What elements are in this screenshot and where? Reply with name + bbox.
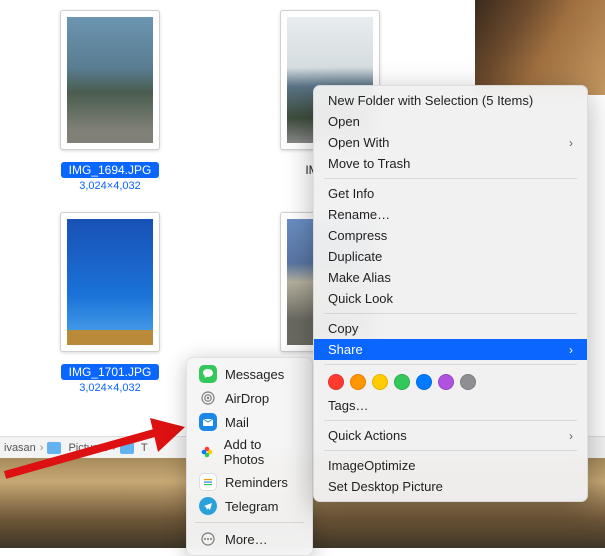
reminders-icon xyxy=(199,473,217,491)
menu-item-label: Telegram xyxy=(225,499,278,514)
menu-separator xyxy=(324,364,577,365)
menu-item-label: More… xyxy=(225,532,268,547)
menu-item-label: Move to Trash xyxy=(328,156,410,171)
menu-item-label: Make Alias xyxy=(328,270,391,285)
menu-item-label: Add to Photos xyxy=(224,437,300,467)
chevron-right-icon: › xyxy=(569,343,573,357)
menu-item-label: Share xyxy=(328,342,363,357)
menu-tags[interactable]: Tags… xyxy=(314,395,587,416)
menu-item-label: Compress xyxy=(328,228,387,243)
menu-item-label: Open With xyxy=(328,135,389,150)
share-more[interactable]: More… xyxy=(187,527,312,551)
more-icon xyxy=(199,530,217,548)
menu-separator xyxy=(324,420,577,421)
menu-quick-actions[interactable]: Quick Actions › xyxy=(314,425,587,446)
folder-icon xyxy=(47,442,61,454)
menu-item-label: Get Info xyxy=(328,186,374,201)
airdrop-icon xyxy=(199,389,217,407)
breadcrumb-separator: › xyxy=(112,442,116,454)
menu-item-label: Copy xyxy=(328,321,358,336)
menu-item-label: ImageOptimize xyxy=(328,458,415,473)
menu-item-label: Set Desktop Picture xyxy=(328,479,443,494)
file-item[interactable]: IMG_1694.JPG 3,024×4,032 xyxy=(20,10,200,192)
tag-purple[interactable] xyxy=(438,374,454,390)
thumbnail-frame xyxy=(60,10,160,150)
messages-icon xyxy=(199,365,217,383)
tag-gray[interactable] xyxy=(460,374,476,390)
menu-item-label: Quick Actions xyxy=(328,428,407,443)
menu-separator xyxy=(324,178,577,179)
menu-open[interactable]: Open xyxy=(314,111,587,132)
share-messages[interactable]: Messages xyxy=(187,362,312,386)
photos-icon xyxy=(199,443,216,461)
menu-share[interactable]: Share › xyxy=(314,339,587,360)
menu-move-to-trash[interactable]: Move to Trash xyxy=(314,153,587,174)
menu-item-label: Open xyxy=(328,114,360,129)
chevron-right-icon: › xyxy=(569,136,573,150)
menu-item-label: Reminders xyxy=(225,475,288,490)
tag-yellow[interactable] xyxy=(372,374,388,390)
desktop-wallpaper xyxy=(475,0,605,95)
menu-make-alias[interactable]: Make Alias xyxy=(314,267,587,288)
menu-item-label: Duplicate xyxy=(328,249,382,264)
tag-green[interactable] xyxy=(394,374,410,390)
menu-item-label: AirDrop xyxy=(225,391,269,406)
share-photos[interactable]: Add to Photos xyxy=(187,434,312,470)
menu-item-label: New Folder with Selection (5 Items) xyxy=(328,93,533,108)
breadcrumb-separator: › xyxy=(40,442,44,454)
menu-item-label: Rename… xyxy=(328,207,390,222)
share-reminders[interactable]: Reminders xyxy=(187,470,312,494)
tag-color-row xyxy=(314,369,587,395)
breadcrumb-user[interactable]: ivasan xyxy=(4,442,36,454)
telegram-icon xyxy=(199,497,217,515)
share-mail[interactable]: Mail xyxy=(187,410,312,434)
file-name[interactable]: IMG_1694.JPG xyxy=(61,162,160,178)
breadcrumb-folder[interactable]: T xyxy=(141,442,148,454)
menu-separator xyxy=(324,313,577,314)
breadcrumb-folder[interactable]: Pictures xyxy=(68,442,108,454)
tag-red[interactable] xyxy=(328,374,344,390)
context-menu: New Folder with Selection (5 Items) Open… xyxy=(313,85,588,502)
menu-quick-look[interactable]: Quick Look xyxy=(314,288,587,309)
menu-set-desktop-picture[interactable]: Set Desktop Picture xyxy=(314,476,587,497)
menu-item-label: Tags… xyxy=(328,398,368,413)
thumbnail-frame xyxy=(60,212,160,352)
file-dimensions: 3,024×4,032 xyxy=(79,382,140,394)
mail-icon xyxy=(199,413,217,431)
menu-new-folder-selection[interactable]: New Folder with Selection (5 Items) xyxy=(314,90,587,111)
folder-icon xyxy=(120,442,134,454)
menu-copy[interactable]: Copy xyxy=(314,318,587,339)
file-dimensions: 3,024×4,032 xyxy=(79,180,140,192)
share-submenu: Messages AirDrop Mail Add to Photos Remi… xyxy=(186,357,313,556)
menu-rename[interactable]: Rename… xyxy=(314,204,587,225)
share-airdrop[interactable]: AirDrop xyxy=(187,386,312,410)
menu-item-label: Messages xyxy=(225,367,284,382)
menu-item-label: Mail xyxy=(225,415,249,430)
menu-duplicate[interactable]: Duplicate xyxy=(314,246,587,267)
menu-compress[interactable]: Compress xyxy=(314,225,587,246)
share-telegram[interactable]: Telegram xyxy=(187,494,312,518)
tag-blue[interactable] xyxy=(416,374,432,390)
photo-thumbnail xyxy=(67,17,153,143)
tag-orange[interactable] xyxy=(350,374,366,390)
menu-imageoptimize[interactable]: ImageOptimize xyxy=(314,455,587,476)
menu-separator xyxy=(324,450,577,451)
menu-item-label: Quick Look xyxy=(328,291,393,306)
photo-thumbnail xyxy=(67,219,153,345)
file-item[interactable]: IMG_1701.JPG 3,024×4,032 xyxy=(20,212,200,394)
file-name[interactable]: IMG_1701.JPG xyxy=(61,364,160,380)
chevron-right-icon: › xyxy=(569,429,573,443)
menu-separator xyxy=(195,522,304,523)
menu-get-info[interactable]: Get Info xyxy=(314,183,587,204)
menu-open-with[interactable]: Open With › xyxy=(314,132,587,153)
